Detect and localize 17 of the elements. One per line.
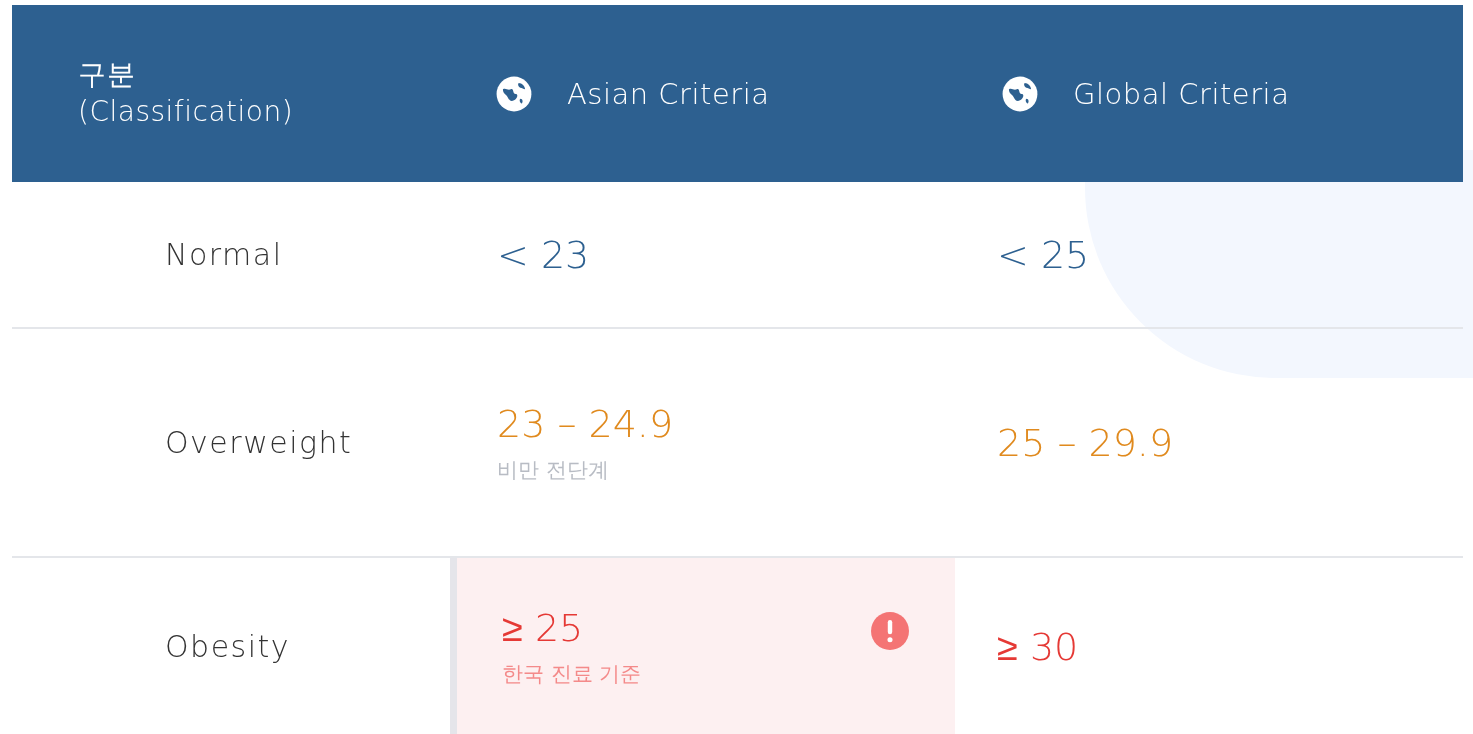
category-label: Overweight — [165, 425, 353, 460]
column-header: 구분 (Classification) — [78, 57, 294, 130]
column-header: Asian Criteria — [567, 76, 770, 111]
category-label: Normal — [165, 237, 283, 272]
bmi-value: ≥ 25 — [502, 605, 584, 650]
alert-icon — [871, 612, 909, 650]
column-header: Global Criteria — [1073, 76, 1290, 111]
note-text: 비만 전단계 — [497, 456, 609, 484]
globe-icon — [1001, 74, 1039, 113]
bmi-value: < 25 — [997, 232, 1090, 277]
category-label: Obesity — [165, 629, 291, 664]
globe-icon — [495, 74, 533, 113]
bmi-value: < 23 — [497, 232, 590, 277]
note-text: 한국 진료 기준 — [502, 660, 642, 688]
bmi-value: ≥ 30 — [997, 624, 1079, 669]
bmi-value: 25 – 29.9 — [997, 420, 1174, 465]
bmi-value: 23 – 24.9 — [497, 401, 674, 446]
